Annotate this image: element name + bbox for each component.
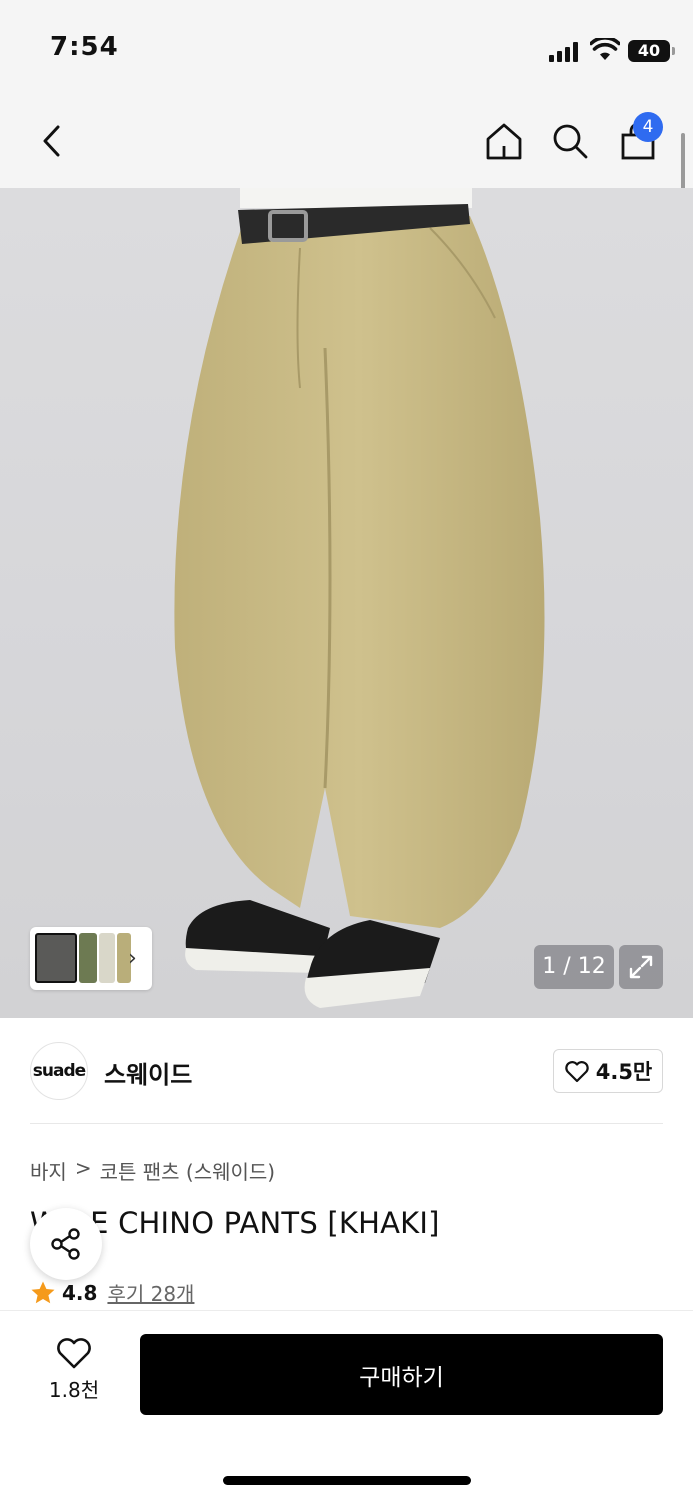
star-icon <box>31 1281 55 1303</box>
pants-photo <box>174 188 545 1008</box>
status-bar: 7:54 40 <box>0 0 693 95</box>
chevron-right-icon[interactable]: › <box>128 946 137 971</box>
search-button[interactable] <box>546 117 594 165</box>
wish-count: 1.8천 <box>48 1378 100 1402</box>
buy-button[interactable]: 구매하기 <box>140 1334 663 1415</box>
product-image[interactable] <box>0 188 693 1018</box>
back-button[interactable] <box>28 117 76 165</box>
rating-row: 4.8 후기 28개 <box>30 1278 194 1307</box>
home-button[interactable] <box>480 117 528 165</box>
heart-icon <box>564 1061 589 1083</box>
brand-logo[interactable]: suade <box>30 1042 88 1100</box>
thumbnail[interactable] <box>35 933 77 983</box>
brand-like-button[interactable]: 4.5만 <box>553 1049 663 1093</box>
rating-value: 4.8 <box>62 1280 98 1305</box>
home-indicator[interactable] <box>223 1476 471 1485</box>
expand-icon <box>629 955 653 979</box>
search-icon <box>553 124 588 159</box>
signal-icon <box>549 42 581 62</box>
breadcrumb-separator: > <box>74 1156 92 1180</box>
share-button[interactable] <box>30 1208 102 1280</box>
breadcrumb: 바지 > 코튼 팬츠 (스웨이드) <box>30 1156 275 1185</box>
breadcrumb-subcategory[interactable]: 코튼 팬츠 (스웨이드) <box>100 1156 276 1185</box>
thumbnail[interactable] <box>99 933 115 983</box>
status-time: 7:54 <box>50 32 119 62</box>
chevron-left-icon <box>43 125 60 157</box>
wish-button[interactable]: 1.8천 <box>38 1336 110 1412</box>
share-icon <box>51 1228 80 1260</box>
divider <box>30 1123 663 1124</box>
cart-count-badge: 4 <box>633 112 663 142</box>
image-counter: 1 / 12 <box>534 945 614 989</box>
expand-button[interactable] <box>619 945 663 989</box>
home-icon <box>486 123 522 160</box>
heart-icon <box>57 1338 91 1369</box>
breadcrumb-category[interactable]: 바지 <box>30 1156 67 1185</box>
brand-name[interactable]: 스웨이드 <box>104 1055 192 1090</box>
review-link[interactable]: 후기 28개 <box>107 1278 194 1307</box>
battery-icon: 40 <box>628 40 675 62</box>
brand-like-count: 4.5만 <box>595 1060 653 1084</box>
wifi-icon <box>590 38 620 60</box>
nav-bar <box>0 95 693 188</box>
thumbnail[interactable] <box>79 933 97 983</box>
